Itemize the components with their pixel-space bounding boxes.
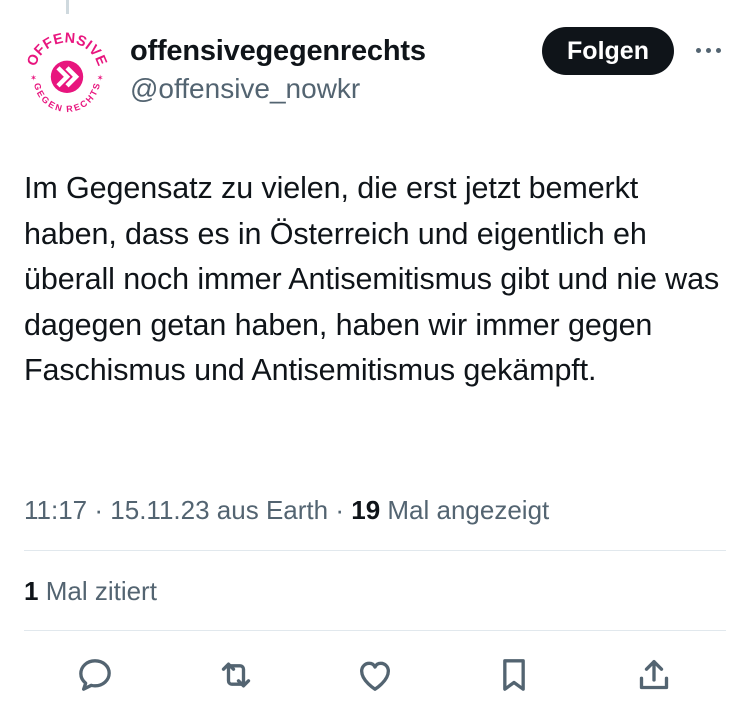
like-icon (360, 661, 390, 691)
svg-text:✶: ✶ (97, 72, 104, 82)
quotes-count: 1 (24, 576, 39, 606)
divider (24, 630, 726, 631)
action-bar (0, 652, 750, 702)
avatar[interactable]: OFFENSIVE GEGEN RECHTS ✶ ✶ (22, 30, 112, 120)
thread-connector-line (66, 0, 69, 14)
quotes-link[interactable]: 1 Mal zitiert (24, 575, 157, 607)
share-button[interactable] (631, 652, 677, 698)
reply-icon (79, 659, 111, 691)
user-info: offensivegegenrechts @offensive_nowkr (130, 34, 426, 106)
like-button[interactable] (352, 652, 398, 698)
reply-button[interactable] (72, 652, 118, 698)
bookmark-button[interactable] (491, 652, 537, 698)
bookmark-icon (503, 659, 525, 691)
meta-separator: · (335, 495, 344, 525)
author-display-name[interactable]: offensivegegenrechts (130, 34, 426, 68)
tweet-meta: 11:17 · 15.11.23 aus Earth · 19 Mal ange… (24, 494, 549, 526)
share-icon (639, 660, 669, 690)
retweet-button[interactable] (213, 652, 259, 698)
tweet-text: Im Gegensatz zu vielen, die erst jetzt b… (24, 171, 720, 387)
views-count: 19 (351, 495, 381, 525)
quotes-label: Mal zitiert (45, 576, 157, 606)
tweet-date[interactable]: 15.11.23 (110, 495, 209, 525)
meta-separator: · (94, 495, 104, 525)
tweet-time[interactable]: 11:17 (24, 495, 87, 525)
svg-text:✶: ✶ (30, 72, 37, 82)
retweet-icon (221, 662, 251, 688)
author-handle[interactable]: @offensive_nowkr (130, 72, 426, 106)
more-icon[interactable] (686, 30, 730, 70)
tweet-header: OFFENSIVE GEGEN RECHTS ✶ ✶ offensivegege… (22, 24, 728, 120)
tweet-source: aus Earth (216, 495, 329, 525)
views-label: Mal angezeigt (387, 495, 550, 525)
divider (24, 550, 726, 551)
follow-button[interactable]: Folgen (542, 27, 674, 75)
